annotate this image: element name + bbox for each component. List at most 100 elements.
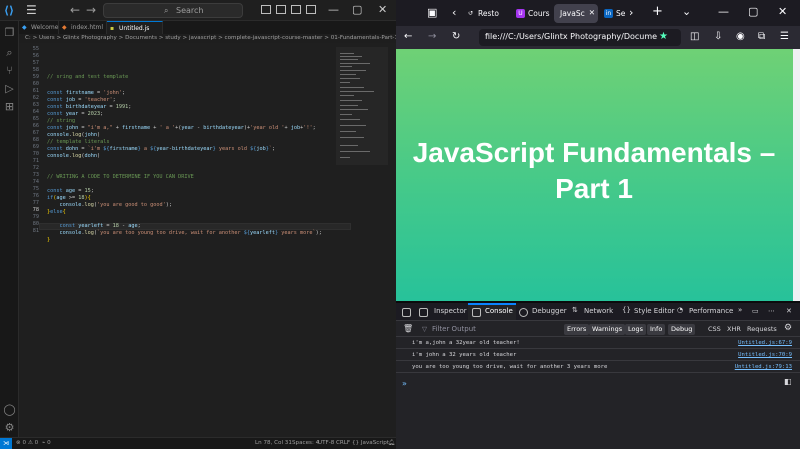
command-center-search[interactable]: ⌕ Search	[103, 3, 243, 18]
dock-icon[interactable]: ▭	[752, 307, 759, 315]
more-tools-chevron-icon[interactable]: »	[738, 306, 742, 314]
minimize-icon[interactable]: —	[718, 5, 729, 18]
bookmark-star-icon[interactable]: ★	[659, 31, 668, 42]
filter-info[interactable]: Info	[647, 324, 666, 335]
filter-xhr[interactable]: XHR	[724, 324, 744, 335]
filter-warnings[interactable]: Warnings	[589, 324, 626, 335]
line-number: 67	[32, 130, 39, 136]
maximize-icon[interactable]: ▢	[352, 3, 362, 16]
editor-mode-toggle-icon[interactable]: ◧	[784, 377, 792, 386]
back-arrow-icon[interactable]: ←	[404, 31, 412, 42]
problems-indicator[interactable]: ⊗ 0 ⚠ 0	[16, 440, 38, 446]
source-control-icon[interactable]: ⑂	[3, 64, 16, 77]
line-ending[interactable]: CRLF	[336, 440, 350, 446]
code-line: console.log('you are good to good');	[59, 202, 172, 208]
browser-tab-javascript[interactable]: JavaSc ✕	[554, 4, 598, 23]
filter-logs[interactable]: Logs	[625, 324, 646, 335]
minimize-icon[interactable]: —	[328, 3, 339, 16]
encoding[interactable]: UTF-8	[318, 440, 334, 446]
ports-indicator[interactable]: ⌁ 0	[42, 440, 51, 446]
filter-output-input[interactable]: Filter Output	[432, 325, 476, 333]
filter-errors[interactable]: Errors	[564, 324, 590, 335]
tab-index-html[interactable]: ◆ index.html	[59, 21, 107, 34]
forward-arrow-icon[interactable]: →	[428, 31, 436, 42]
log-source-link[interactable]: Untitled.js:79:13	[735, 364, 792, 370]
extensions-icon[interactable]: ⊞	[3, 100, 16, 113]
account-icon[interactable]: ◯	[3, 403, 16, 416]
toggle-panel-icon[interactable]	[276, 5, 286, 14]
line-number: 66	[32, 123, 39, 129]
tab-title: Resto	[478, 9, 499, 18]
hamburger-menu-icon[interactable]: ☰	[780, 31, 789, 42]
toggle-sidebar-icon[interactable]	[261, 5, 271, 14]
devtools-tab-performance[interactable]: Performance	[689, 307, 733, 315]
code-line: const birthdateyear = 1991;	[47, 104, 132, 110]
page-heading: JavaScript Fundamentals – Part 1	[412, 137, 776, 204]
devtools-tab-inspector[interactable]: Inspector	[434, 307, 467, 315]
close-icon[interactable]: ✕	[378, 3, 387, 16]
tab-list-chevron-down-icon[interactable]: ⌄	[682, 5, 691, 18]
reload-icon[interactable]: ↻	[452, 31, 460, 42]
inspector-icon	[419, 308, 428, 317]
pocket-icon[interactable]: ◫	[690, 31, 699, 42]
extensions-icon[interactable]: ⧉	[758, 31, 765, 42]
hamburger-icon[interactable]: ☰	[26, 3, 37, 17]
devtools-tab-debugger[interactable]: Debugger	[532, 307, 567, 315]
cursor-position[interactable]: Ln 78, Col 31	[255, 440, 292, 446]
log-source-link[interactable]: Untitled.js:70:9	[738, 352, 792, 358]
browser-tab-restore[interactable]: ↺ Resto	[462, 4, 506, 23]
toggle-secondary-sidebar-icon[interactable]	[291, 5, 301, 14]
line-number: 56	[32, 53, 39, 59]
line-number: 77	[32, 200, 39, 206]
browser-tab-course[interactable]: U Cours	[512, 4, 554, 23]
status-bar: ⋊ ⊗ 0 ⚠ 0 ⌁ 0 Ln 78, Col 31 Spaces: 4 UT…	[0, 437, 396, 449]
downloads-icon[interactable]: ⇩	[714, 31, 722, 42]
close-devtools-icon[interactable]: ✕	[786, 307, 792, 315]
editor-tab-bar: ◆ Welcome ◆ index.html ▪ Untitled.js	[19, 21, 396, 34]
console-input-prompt[interactable]: »	[402, 379, 407, 388]
search-icon[interactable]: ⌕	[3, 46, 16, 59]
address-bar[interactable]: file:///C:/Users/Glintx Photography/Docu…	[479, 29, 681, 46]
remote-icon[interactable]: ⋊	[0, 438, 12, 449]
close-icon[interactable]: ✕	[778, 5, 787, 18]
filter-requests[interactable]: Requests	[744, 324, 780, 335]
customize-layout-icon[interactable]	[306, 5, 316, 14]
notifications-bell-icon[interactable]: 🔔︎	[388, 440, 395, 446]
code-line: console.log(`you are too young too drive…	[59, 230, 322, 236]
close-tab-icon[interactable]: ✕	[589, 8, 595, 17]
maximize-icon[interactable]: ▢	[748, 5, 758, 18]
language-mode[interactable]: {} JavaScript	[352, 440, 389, 446]
filter-css[interactable]: CSS	[705, 324, 724, 335]
line-number: 72	[32, 165, 39, 171]
settings-gear-icon[interactable]: ⚙	[3, 421, 16, 434]
breadcrumb[interactable]: C: > Users > Glintx Photography > Docume…	[19, 34, 396, 43]
devtools-tab-network[interactable]: Network	[584, 307, 613, 315]
indentation[interactable]: Spaces: 4	[292, 440, 319, 446]
forward-arrow-icon[interactable]: →	[86, 3, 96, 17]
back-arrow-icon[interactable]: ←	[70, 3, 80, 17]
devtools-tab-console[interactable]: Console	[485, 307, 513, 315]
line-number: 79	[32, 214, 39, 220]
tab-title: Se	[616, 9, 626, 18]
code-line: }	[47, 237, 51, 243]
firefox-view-icon[interactable]: ▣	[427, 6, 437, 19]
line-number: 58	[32, 67, 39, 73]
console-settings-gear-icon[interactable]: ⚙	[784, 323, 792, 333]
filter-debug[interactable]: Debug	[668, 324, 696, 335]
element-picker-icon[interactable]	[402, 308, 411, 317]
minimap[interactable]	[336, 47, 388, 165]
tab-scroll-left-icon[interactable]: ‹	[452, 6, 456, 19]
explorer-icon[interactable]: ❐	[3, 26, 16, 39]
page-scrollbar[interactable]	[793, 49, 800, 301]
account-icon[interactable]: ◉	[736, 31, 745, 42]
log-source-link[interactable]: Untitled.js:67:9	[738, 340, 792, 346]
tab-welcome[interactable]: ◆ Welcome	[19, 21, 59, 34]
line-number: 59	[32, 74, 39, 80]
trash-clear-icon[interactable]: 🗑︎	[403, 324, 413, 333]
tab-untitled-js[interactable]: ▪ Untitled.js	[107, 21, 163, 34]
tab-scroll-right-icon[interactable]: ›	[629, 6, 633, 19]
more-options-icon[interactable]: ⋯	[768, 307, 775, 315]
new-tab-icon[interactable]: +	[652, 4, 663, 19]
run-debug-icon[interactable]: ▷	[3, 82, 16, 95]
devtools-tab-style-editor[interactable]: Style Editor	[634, 307, 675, 315]
